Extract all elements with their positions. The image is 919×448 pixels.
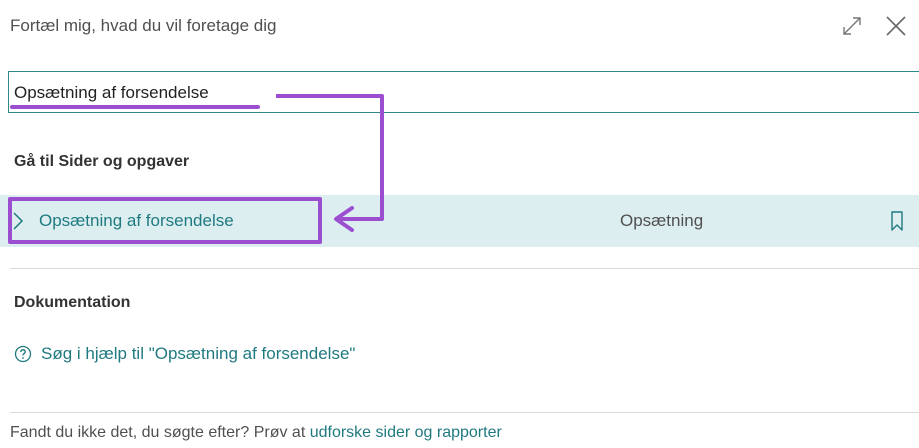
divider: [10, 268, 919, 269]
question-circle-icon: [14, 345, 32, 363]
footer-prefix: Fandt du ikke det, du søgte efter? Prøv …: [10, 424, 310, 441]
close-icon: [886, 16, 906, 36]
annotation-underline: [10, 105, 260, 109]
explore-pages-link[interactable]: udforske sider og rapporter: [310, 424, 502, 441]
expand-button[interactable]: [838, 12, 866, 40]
expand-icon: [843, 17, 861, 35]
help-search-link[interactable]: Søg i hjælp til "Opsætning af forsendels…: [14, 342, 355, 366]
pages-section-heading: Gå til Sider og opgaver: [14, 153, 190, 170]
help-search-label: Søg i hjælp til "Opsætning af forsendels…: [41, 344, 356, 363]
docs-section-heading: Dokumentation: [14, 294, 131, 311]
result-row-category: Opsætning: [620, 211, 704, 230]
search-input-value: Opsætning af forsendelse: [14, 83, 209, 102]
divider: [10, 412, 919, 413]
dialog-title: Fortæl mig, hvad du vil foretage dig: [10, 16, 277, 35]
annotation-highlight-box: [8, 197, 322, 244]
bookmark-icon[interactable]: [890, 211, 904, 231]
footer-text: Fandt du ikke det, du søgte efter? Prøv …: [10, 424, 502, 442]
close-button[interactable]: [882, 12, 910, 40]
